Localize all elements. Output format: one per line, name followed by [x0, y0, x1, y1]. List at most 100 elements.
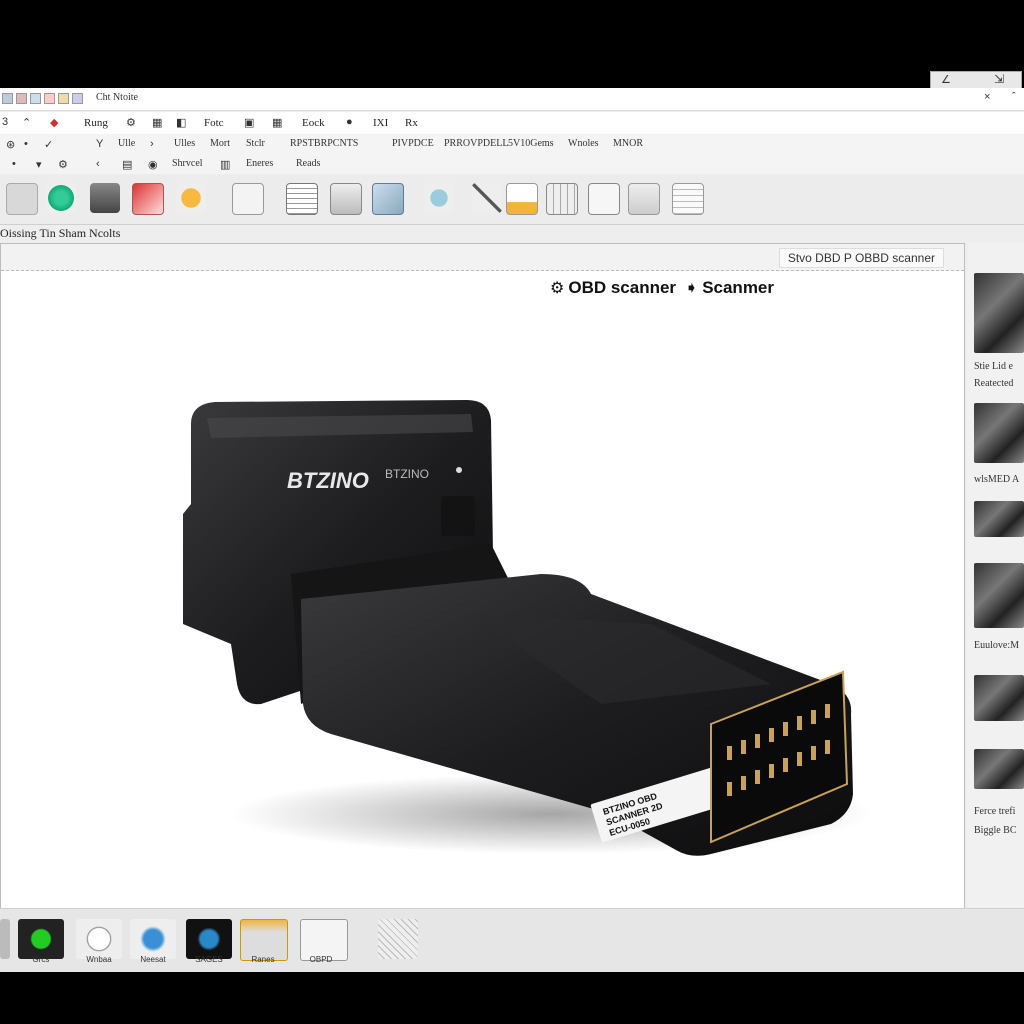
obd-scanner-image: BTZINO BTZINO BTZINO OBD SCANNER 2D ECU-…	[183, 400, 871, 856]
menu-item-ixi[interactable]: IXI	[373, 117, 388, 129]
thumbnail-caption: Euulove:M	[974, 640, 1019, 651]
ribbon-item[interactable]: 5V10Gems	[508, 138, 554, 149]
ribbon-item[interactable]: MNOR	[613, 138, 643, 149]
lightbulb-icon[interactable]	[176, 183, 206, 213]
grid2-icon[interactable]: ▦	[272, 116, 282, 129]
taskbar-label: OBPD	[309, 955, 333, 964]
home-icon[interactable]: ◆	[50, 116, 58, 129]
thumbnail-caption: Ferce trefi	[974, 806, 1016, 817]
ribbon-item[interactable]: Stclr	[246, 138, 265, 149]
arrow-icon: ➧	[684, 280, 699, 297]
title-bar: Cht Ntoite × ˆ	[0, 88, 1024, 111]
table-icon[interactable]: ▤	[122, 158, 132, 171]
close-icon[interactable]: ×	[984, 91, 990, 103]
taskbar-label: Wnbaa	[86, 955, 112, 964]
menu-item-eock[interactable]: Eock	[302, 117, 325, 129]
chart-icon[interactable]	[372, 183, 404, 215]
redo-icon[interactable]	[44, 93, 55, 104]
menu-item-rx[interactable]: Rx	[405, 117, 418, 129]
clipboard-icon[interactable]: ▣	[244, 116, 254, 129]
undo-icon[interactable]	[30, 93, 41, 104]
share-icon[interactable]	[628, 183, 660, 215]
taskbar-edge	[0, 919, 10, 959]
back-icon[interactable]: ‹	[96, 158, 100, 170]
dropdown-icon[interactable]: ▾	[36, 158, 42, 171]
table-view-icon[interactable]	[546, 183, 578, 215]
folder-icon[interactable]	[506, 183, 538, 215]
taskbar-label: Neesat	[140, 955, 166, 964]
toolbox-icon[interactable]	[90, 183, 120, 213]
taskbar: Grcs Wnbaa Neesat SAGES Ranes OBPD	[0, 908, 1024, 972]
open-icon[interactable]	[72, 93, 83, 104]
save-icon[interactable]	[16, 93, 27, 104]
ribbon-item[interactable]: Ulles	[174, 138, 195, 149]
thumbnail[interactable]	[974, 675, 1024, 721]
search-icon[interactable]	[424, 183, 454, 213]
ribbon-item[interactable]: PIVPDCE	[392, 138, 434, 149]
check-icon[interactable]: ✓	[44, 138, 53, 151]
ribbon-item[interactable]: Eneres	[246, 158, 273, 169]
bullet-icon[interactable]: •	[12, 158, 16, 170]
ribbon-item[interactable]: Reads	[296, 158, 320, 169]
report-icon[interactable]	[672, 183, 704, 215]
lock-icon[interactable]: ●	[346, 116, 353, 128]
grid-icon[interactable]: ▦	[152, 116, 162, 129]
document-header: Stvo DBD P OBBD scanner	[1, 244, 964, 271]
ribbon: ⊛ • ✓ Y Ulle › Ulles Mort Stclr RPSTBRPC…	[0, 134, 1024, 175]
printer-icon[interactable]	[330, 183, 362, 215]
menu-item-fotc[interactable]: Fotc	[204, 117, 224, 129]
menu-item-rung[interactable]: Rung	[84, 117, 108, 129]
ribbon-item[interactable]: Ulle	[118, 138, 135, 149]
ribbon-item[interactable]: Mort	[210, 138, 230, 149]
app-icon-wnbaa[interactable]	[76, 919, 122, 959]
ribbon-item[interactable]: RPSTBRPCNTS	[290, 138, 358, 149]
device-brand: BTZINO	[287, 468, 369, 493]
bookmark-icon[interactable]: ◧	[176, 116, 186, 129]
list-icon[interactable]: ▥	[220, 158, 230, 171]
y-icon[interactable]: Y	[96, 138, 103, 150]
menu-toggle-icon[interactable]: 3	[2, 116, 8, 128]
diagram-icon[interactable]	[378, 919, 418, 959]
thumbnail-caption: wlsMED A	[974, 474, 1020, 485]
ribbon-item[interactable]: Shrvcel	[172, 158, 203, 169]
pointer-icon[interactable]: ⊛	[6, 138, 15, 151]
globe-icon[interactable]	[46, 183, 76, 213]
notes-icon[interactable]	[286, 183, 318, 215]
taskbar-label: Ranes	[251, 955, 275, 964]
print-icon[interactable]	[58, 93, 69, 104]
scroll-up-icon[interactable]: ˆ	[1012, 91, 1016, 103]
image-icon[interactable]	[132, 183, 164, 215]
camera-icon[interactable]: ◉	[148, 158, 158, 171]
thumbnail[interactable]	[974, 403, 1024, 463]
app-icon-sages[interactable]	[186, 919, 232, 959]
flowchart-icon[interactable]	[588, 183, 620, 215]
thumbnail[interactable]	[974, 749, 1024, 789]
ribbon-item[interactable]: Wnoles	[568, 138, 599, 149]
menu-bar: 3 ⌃ ◆ Rung ⚙ ▦ ◧ Fotc ▣ ▦ Eock ● IXI Rx	[0, 112, 1024, 135]
gear-icon[interactable]: ⚙	[126, 116, 136, 129]
bullet-icon[interactable]: •	[24, 138, 28, 150]
taskbar-label: Grcs	[32, 955, 50, 964]
toolbar	[0, 174, 1024, 225]
device-model: BTZINO	[385, 467, 429, 481]
thumbnail[interactable]	[974, 501, 1024, 537]
app-icon-neesat[interactable]	[130, 919, 176, 959]
thumbnail[interactable]	[974, 563, 1024, 628]
minimize-icon[interactable]: ∠	[941, 73, 951, 86]
settings-icon[interactable]: ⚙	[58, 158, 68, 171]
document-heading: ⚙ OBD scanner ➧ Scanmer	[546, 278, 774, 298]
heading-left: OBD scanner	[568, 278, 677, 297]
thumbnail[interactable]	[974, 273, 1024, 353]
document-icon[interactable]	[6, 183, 38, 215]
page-icon[interactable]	[232, 183, 264, 215]
arrow-right-icon[interactable]: ›	[150, 138, 154, 150]
document-tab[interactable]: Stvo DBD P OBBD scanner	[778, 248, 944, 268]
thumbnail-sidebar: Stie Lid e Reatected wlsMED A Euulove:M …	[968, 243, 1024, 909]
restore-icon[interactable]: ⇲	[994, 72, 1004, 86]
caret-up-icon[interactable]: ⌃	[22, 116, 31, 129]
app-icon-grcs[interactable]	[18, 919, 64, 959]
pen-icon[interactable]	[472, 183, 502, 213]
window-title: Cht Ntoite	[96, 92, 138, 103]
heading-right: Scanmer	[702, 278, 775, 297]
ribbon-item[interactable]: PRROVPDELL	[444, 138, 508, 149]
